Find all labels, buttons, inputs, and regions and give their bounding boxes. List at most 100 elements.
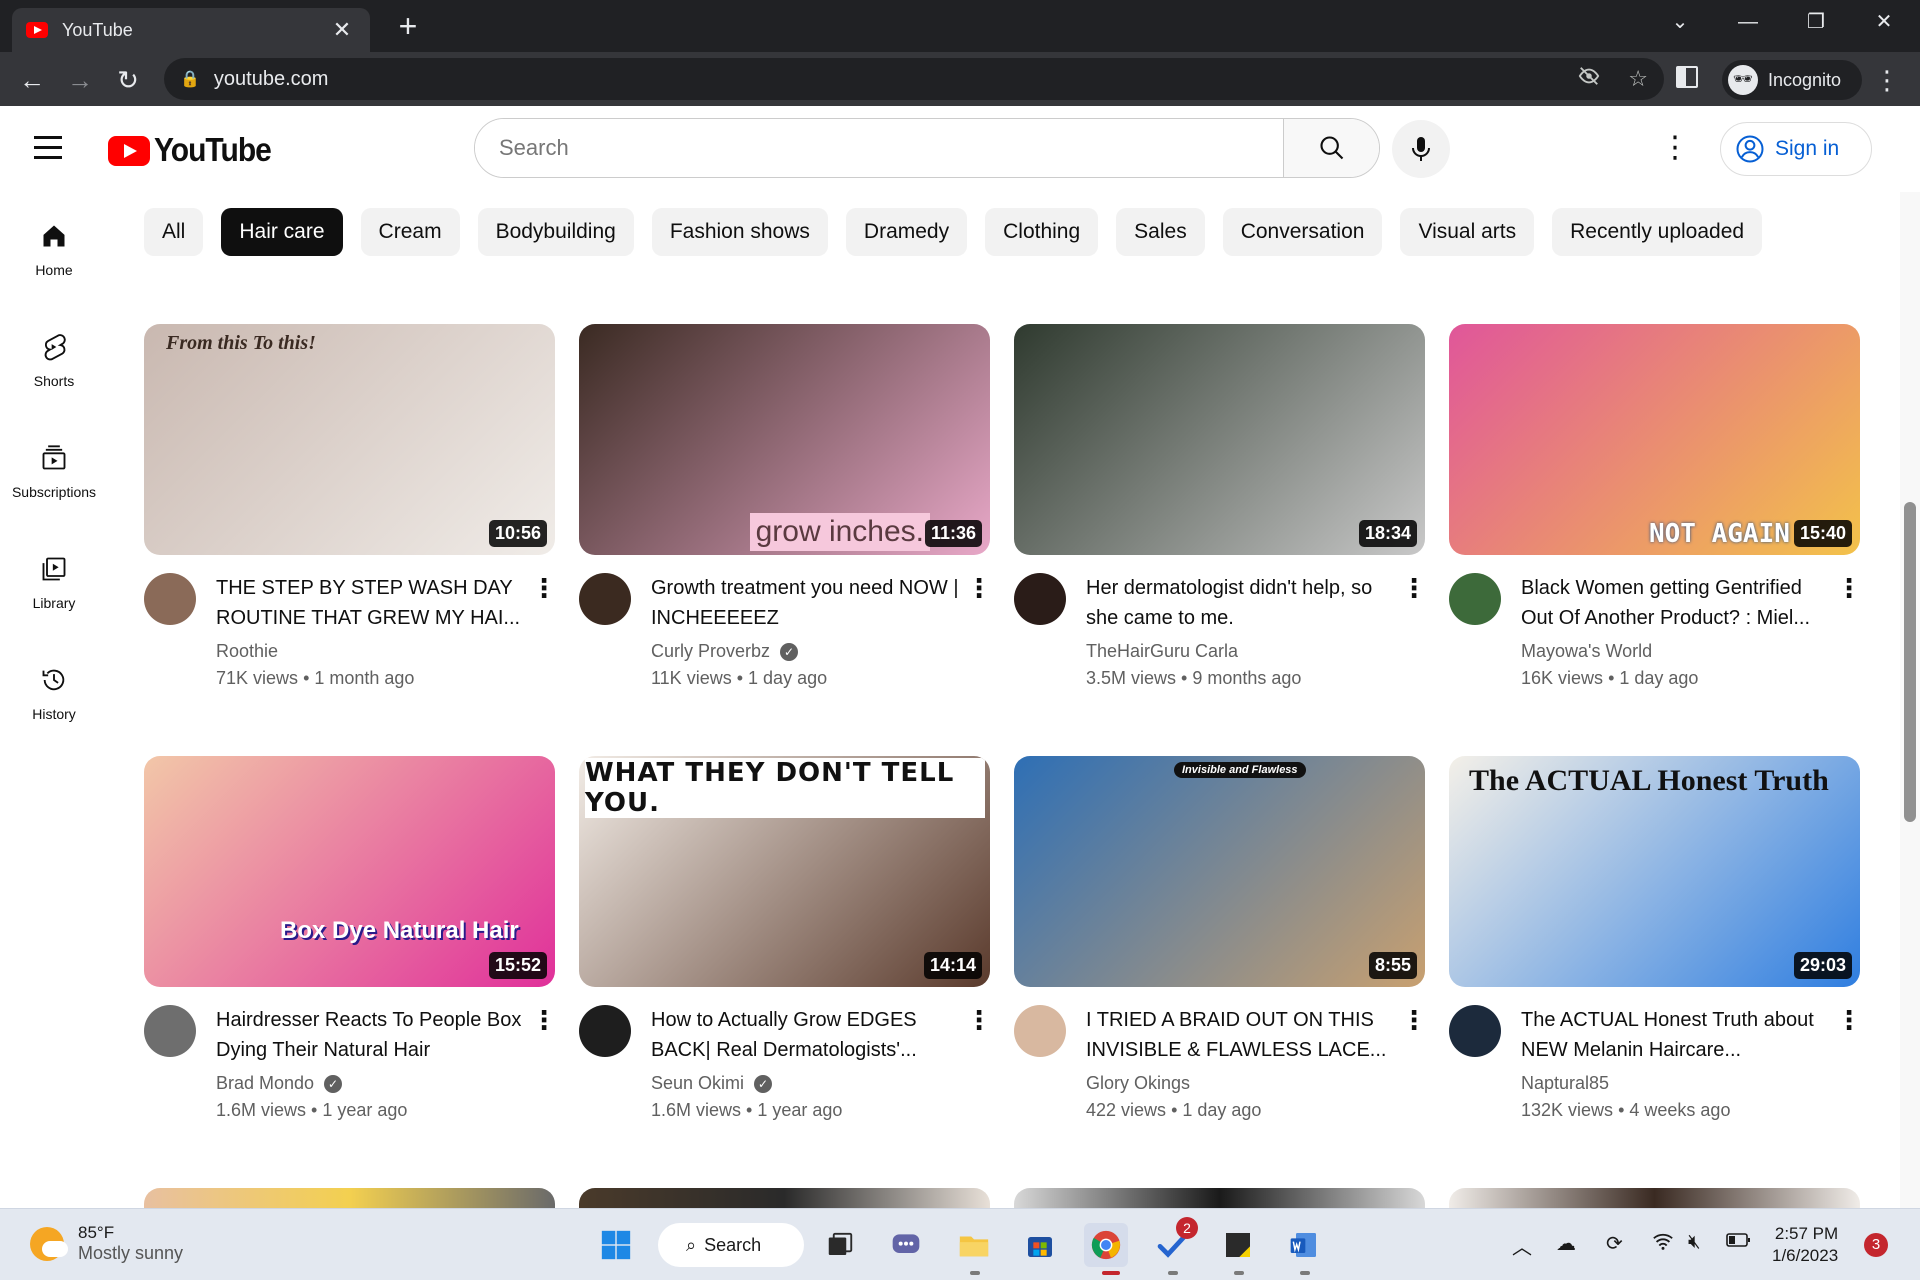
speaker-muted-icon[interactable]: 🔇︎	[1688, 1231, 1701, 1254]
video-action-menu-button[interactable]: ⋮	[1836, 1005, 1862, 1036]
youtube-logo[interactable]: YouTube	[108, 132, 272, 169]
restore-button[interactable]: ❐	[1788, 0, 1844, 44]
show-hidden-icons-chevron-icon[interactable]: ︿	[1512, 1231, 1532, 1260]
channel-avatar[interactable]	[1449, 573, 1501, 625]
channel-avatar[interactable]	[579, 573, 631, 625]
page-scrollbar[interactable]	[1900, 192, 1920, 1208]
video-title[interactable]: THE STEP BY STEP WASH DAY ROUTINE THAT G…	[216, 573, 526, 633]
channel-avatar[interactable]	[144, 1005, 196, 1057]
new-tab-button[interactable]: +	[390, 8, 426, 44]
task-view-button[interactable]	[818, 1223, 862, 1267]
video-thumbnail[interactable]: Box Dye Natural Hair 15:52	[144, 756, 555, 987]
video-action-menu-button[interactable]: ⋮	[966, 573, 992, 604]
channel-avatar[interactable]	[144, 573, 196, 625]
browser-menu-button[interactable]: ⋮	[1872, 60, 1902, 100]
video-action-menu-button[interactable]: ⋮	[531, 1005, 557, 1036]
video-card[interactable]: Invisible and Flawless 8:55 I TRIED A BR…	[1014, 756, 1427, 1188]
tab-search-chevron-icon[interactable]: ⌄	[1652, 0, 1708, 44]
video-action-menu-button[interactable]: ⋮	[531, 573, 557, 604]
close-window-button[interactable]: ✕	[1856, 0, 1912, 44]
chrome-button[interactable]	[1084, 1223, 1128, 1267]
channel-name[interactable]: Seun Okimi	[651, 1073, 744, 1094]
sidebar-item-home[interactable]: Home	[0, 192, 108, 303]
forward-button[interactable]: →	[60, 60, 100, 100]
chip-dramedy[interactable]: Dramedy	[845, 208, 968, 256]
channel-avatar[interactable]	[1449, 1005, 1501, 1057]
video-thumbnail[interactable]: WHAT THEY DON'T TELL YOU. 14:14	[579, 756, 990, 987]
channel-name[interactable]: Naptural85	[1521, 1073, 1609, 1094]
video-card[interactable]: NOT AGAIN 15:40 Black Women getting Gent…	[1449, 324, 1862, 756]
video-thumbnail[interactable]: Invisible and Flawless 8:55	[1014, 756, 1425, 987]
channel-name[interactable]: Mayowa's World	[1521, 641, 1652, 662]
video-thumbnail[interactable]: From this To this! 10:56	[144, 324, 555, 555]
video-action-menu-button[interactable]: ⋮	[1401, 573, 1427, 604]
video-action-menu-button[interactable]: ⋮	[966, 1005, 992, 1036]
video-title[interactable]: Her dermatologist didn't help, so she ca…	[1086, 573, 1396, 633]
channel-name[interactable]: Glory Okings	[1086, 1073, 1190, 1094]
chip-conversation[interactable]: Conversation	[1222, 208, 1383, 256]
video-thumbnail[interactable]: The ACTUAL Honest Truth 29:03	[1449, 756, 1860, 987]
system-clock[interactable]: 2:57 PM 1/6/2023	[1772, 1223, 1838, 1267]
close-tab-icon[interactable]: ✕	[328, 17, 356, 43]
onedrive-cloud-icon[interactable]: ☁	[1556, 1231, 1576, 1256]
voice-search-button[interactable]	[1392, 120, 1450, 178]
video-card[interactable]: grow inches. 11:36 Growth treatment you …	[579, 324, 992, 756]
chip-cream[interactable]: Cream	[360, 208, 460, 256]
video-title[interactable]: Growth treatment you need NOW | INCHEEEE…	[651, 573, 961, 633]
settings-menu-button[interactable]: ⋮	[1660, 128, 1690, 168]
channel-avatar[interactable]	[1014, 573, 1066, 625]
chip-all[interactable]: All	[144, 208, 204, 256]
channel-name[interactable]: TheHairGuru Carla	[1086, 641, 1238, 662]
video-card[interactable]: WHAT THEY DON'T TELL YOU. 14:14 How to A…	[579, 756, 992, 1188]
weather-widget[interactable]: 85°F Mostly sunny	[30, 1223, 183, 1264]
video-title[interactable]: Hairdresser Reacts To People Box Dying T…	[216, 1005, 526, 1065]
video-action-menu-button[interactable]: ⋮	[1836, 573, 1862, 604]
video-card[interactable]: From this To this! 10:56 THE STEP BY STE…	[144, 324, 557, 756]
notification-count-badge[interactable]: 3	[1864, 1233, 1888, 1257]
search-input[interactable]	[475, 119, 1283, 177]
channel-name[interactable]: Curly Proverbz	[651, 641, 770, 662]
video-title[interactable]: How to Actually Grow EDGES BACK| Real De…	[651, 1005, 961, 1065]
minimize-button[interactable]: —	[1720, 0, 1776, 44]
teams-chat-button[interactable]	[884, 1223, 928, 1267]
channel-name[interactable]: Roothie	[216, 641, 278, 662]
video-card[interactable]: The ACTUAL Honest Truth 29:03 The ACTUAL…	[1449, 756, 1862, 1188]
reload-button[interactable]: ↻	[108, 60, 148, 100]
eye-slash-icon[interactable]	[1578, 65, 1600, 93]
chip-clothing[interactable]: Clothing	[985, 208, 1099, 256]
chip-hair-care[interactable]: Hair care	[221, 208, 343, 256]
chip-bodybuilding[interactable]: Bodybuilding	[477, 208, 634, 256]
channel-avatar[interactable]	[1014, 1005, 1066, 1057]
channel-name[interactable]: Brad Mondo	[216, 1073, 314, 1094]
lock-icon[interactable]: 🔒	[180, 69, 200, 89]
sidebar-item-history[interactable]: History	[0, 636, 108, 747]
battery-icon[interactable]	[1726, 1231, 1752, 1254]
video-thumbnail[interactable]: 18:34	[1014, 324, 1425, 555]
microsoft-store-button[interactable]	[1018, 1223, 1062, 1267]
incognito-profile-button[interactable]: 🕶 Incognito	[1722, 60, 1862, 100]
video-action-menu-button[interactable]: ⋮	[1401, 1005, 1427, 1036]
video-thumbnail[interactable]: NOT AGAIN 15:40	[1449, 324, 1860, 555]
sticky-notes-button[interactable]	[1216, 1223, 1260, 1267]
start-button[interactable]	[594, 1223, 638, 1267]
video-card[interactable]: Box Dye Natural Hair 15:52 Hairdresser R…	[144, 756, 557, 1188]
video-thumbnail[interactable]: grow inches. 11:36	[579, 324, 990, 555]
todo-button[interactable]: 2	[1150, 1217, 1198, 1267]
chip-recently-uploaded[interactable]: Recently uploaded	[1552, 208, 1763, 256]
scrollbar-thumb[interactable]	[1904, 502, 1916, 822]
address-bar[interactable]: 🔒 youtube.com ☆	[164, 58, 1664, 100]
word-button[interactable]	[1282, 1223, 1326, 1267]
video-title[interactable]: The ACTUAL Honest Truth about NEW Melani…	[1521, 1005, 1831, 1065]
chip-sales[interactable]: Sales	[1116, 208, 1205, 256]
sign-in-button[interactable]: Sign in	[1720, 122, 1872, 176]
side-panel-icon[interactable]	[1676, 66, 1698, 88]
bookmark-star-icon[interactable]: ☆	[1628, 66, 1648, 92]
chip-visual-arts[interactable]: Visual arts	[1400, 208, 1535, 256]
video-card[interactable]: 18:34 Her dermatologist didn't help, so …	[1014, 324, 1427, 756]
sidebar-item-shorts[interactable]: Shorts	[0, 303, 108, 414]
file-explorer-button[interactable]	[952, 1223, 996, 1267]
video-title[interactable]: I TRIED A BRAID OUT ON THIS INVISIBLE & …	[1086, 1005, 1396, 1065]
sidebar-item-library[interactable]: Library	[0, 525, 108, 636]
sidebar-item-subscriptions[interactable]: Subscriptions	[0, 414, 108, 525]
video-title[interactable]: Black Women getting Gentrified Out Of An…	[1521, 573, 1831, 633]
